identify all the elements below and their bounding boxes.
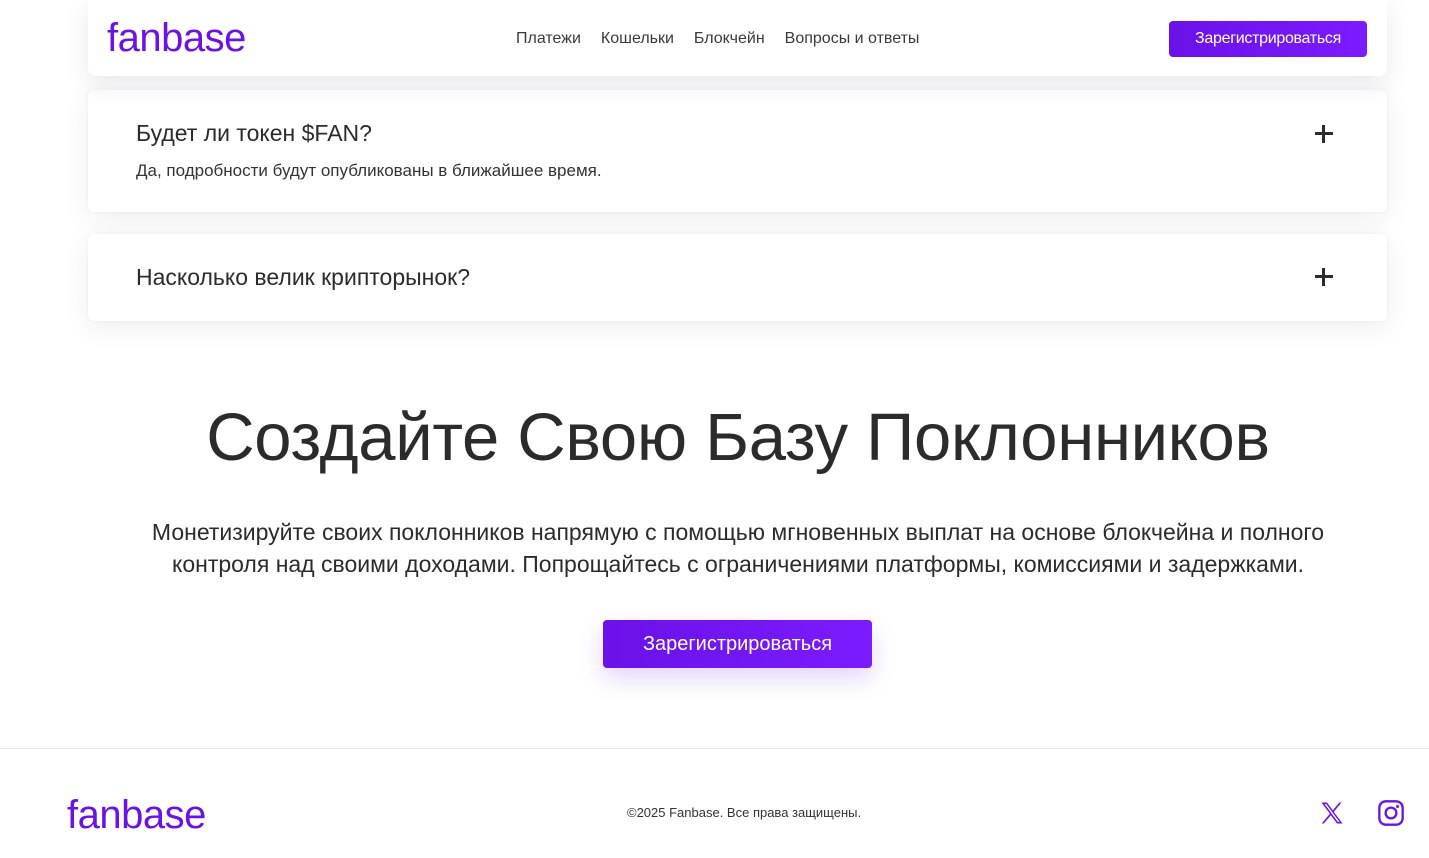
main-nav: Платежи Кошельки Блокчейн Вопросы и отве… xyxy=(516,28,919,50)
faq-answer: Да, подробности будут опубликованы в бли… xyxy=(136,161,602,180)
plus-icon[interactable] xyxy=(1313,123,1335,145)
header-signup-button[interactable]: Зарегистрироваться xyxy=(1169,21,1367,57)
instagram-icon[interactable] xyxy=(1377,799,1405,827)
faq-question[interactable]: Насколько велик крипторынок? xyxy=(136,262,470,292)
nav-link-blockchain[interactable]: Блокчейн xyxy=(694,28,765,50)
faq-item-crypto-market[interactable]: Насколько велик крипторынок? xyxy=(88,234,1387,321)
cta-subtitle-line-2: контроля над своими доходами. Попрощайте… xyxy=(172,551,1304,577)
plus-icon[interactable] xyxy=(1313,266,1335,288)
footer-logo[interactable]: fanbase xyxy=(67,793,206,837)
cta-title: Создайте Свою Базу Поклонников xyxy=(206,400,1270,475)
footer-divider xyxy=(0,748,1429,749)
nav-link-wallets[interactable]: Кошельки xyxy=(601,28,674,50)
nav-link-payments[interactable]: Платежи xyxy=(516,28,581,50)
site-header: fanbase Платежи Кошельки Блокчейн Вопрос… xyxy=(88,0,1387,76)
header-logo[interactable]: fanbase xyxy=(107,16,246,60)
cta-signup-button[interactable]: Зарегистрироваться xyxy=(603,620,872,668)
cta-subtitle: Монетизируйте своих поклонников напрямую… xyxy=(110,516,1366,580)
cta-subtitle-line-1: Монетизируйте своих поклонников напрямую… xyxy=(151,519,1325,545)
nav-link-faq[interactable]: Вопросы и ответы xyxy=(785,28,920,50)
faq-item-fan-token[interactable]: Будет ли токен $FAN? Да, подробности буд… xyxy=(88,90,1387,212)
faq-question[interactable]: Будет ли токен $FAN? xyxy=(136,118,372,148)
copyright-text: ©2025 Fanbase. Все права защищены. xyxy=(627,805,862,820)
x-icon[interactable] xyxy=(1318,799,1346,827)
